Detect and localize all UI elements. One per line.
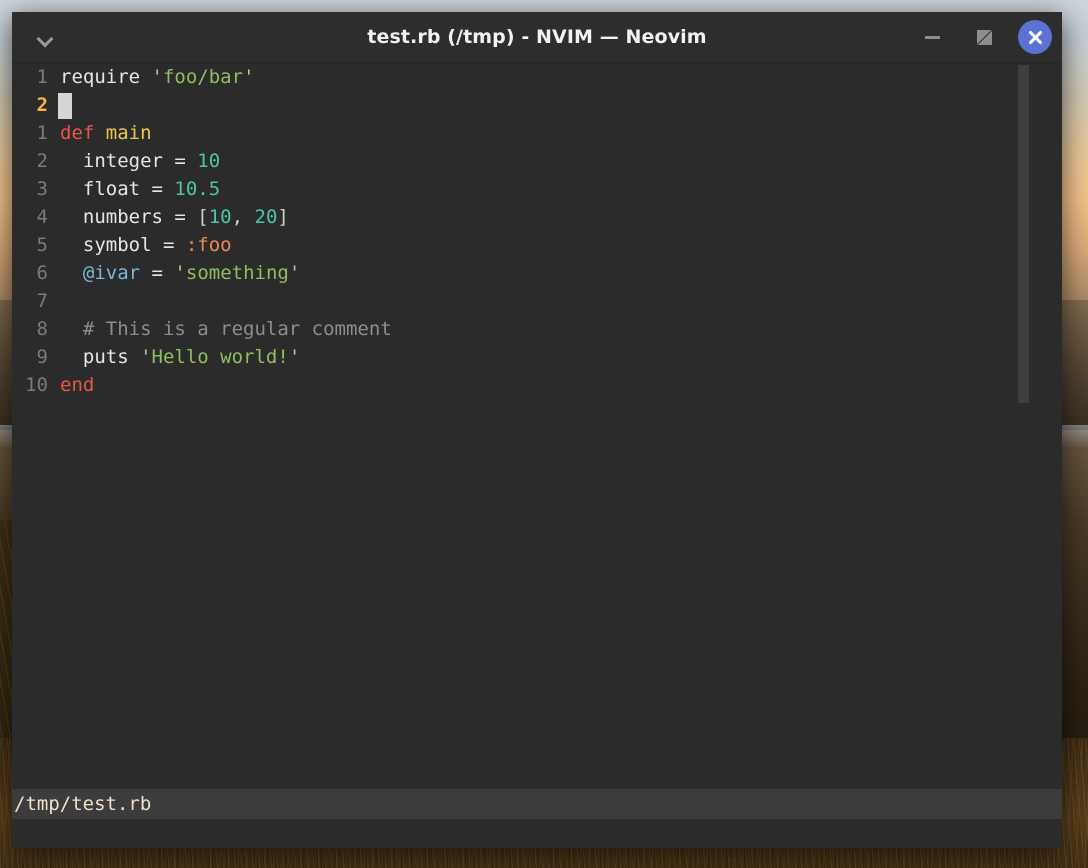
token-quote: ' [151,66,163,88]
restore-icon [976,29,992,45]
token-plain: symbol [60,234,163,256]
token-num: 10 [197,150,221,172]
code-line[interactable]: 9 puts 'Hello world!' [12,343,1062,371]
token-plain: require [60,66,141,88]
token-plain: numbers [60,206,175,228]
close-icon [1027,29,1044,46]
token-num: 20 [254,206,278,228]
token-plain: = [151,178,175,200]
code-line[interactable]: 2 [12,91,1062,119]
token-kw: def [60,122,95,144]
status-file-path: /tmp/test.rb [14,793,152,815]
minimize-icon [924,35,940,39]
token-quote: ' [288,262,301,284]
code-lines: 1 require 'foo/bar' 2 1 def main 2 integer = … [12,63,1062,399]
line-number: 6 [36,262,48,284]
token-plain: = [174,150,198,172]
code-line[interactable]: 1 require 'foo/bar' [12,63,1062,91]
line-number: 3 [36,178,48,200]
block-cursor [58,93,72,119]
token-num: 10 [208,206,232,228]
token-plain: integer [60,150,175,172]
line-number: 7 [36,290,48,312]
code-line[interactable]: 2 integer = 10 [12,147,1062,175]
line-text: require 'foo/bar' [48,63,255,91]
line-text: @ivar = 'something' [48,259,300,287]
line-number: 2 [36,150,48,172]
close-button[interactable] [1018,20,1052,54]
code-line[interactable]: 8 # This is a regular comment [12,315,1062,343]
line-number: 8 [36,318,48,340]
token-ivar: @ivar [82,262,141,284]
token-punct: [ [197,206,209,228]
code-line[interactable]: 4 numbers = [10, 20] [12,203,1062,231]
restore-button[interactable] [966,19,1002,55]
token-plain: = [174,206,198,228]
window-titlebar: test.rb (/tmp) - NVIM — Neovim [12,12,1062,63]
command-line[interactable] [12,819,1062,848]
token-quote: ' [243,66,255,88]
token-str: Hello world! [151,346,289,368]
line-number: 1 [36,66,48,88]
token-plain: = [162,234,186,256]
line-number: 4 [36,206,48,228]
code-line[interactable]: 1 def main [12,119,1062,147]
scrollbar-thumb[interactable] [1018,65,1029,403]
line-text: puts 'Hello world!' [48,343,300,371]
window-menu-button[interactable] [18,12,72,62]
line-number: 5 [36,234,48,256]
token-fn: main [105,122,152,144]
token-num: 10.5 [174,178,221,200]
token-sym: :foo [185,234,232,256]
chevron-down-icon [38,33,53,42]
line-text: def main [48,119,152,147]
token-str: foo/bar [162,66,244,88]
line-number: 10 [25,374,48,396]
line-number: 1 [36,122,48,144]
minimize-button[interactable] [914,19,950,55]
neovim-window: test.rb (/tmp) - NVIM — Neovim 1 require … [12,12,1062,848]
token-comment: # This is a regular comment [60,318,392,340]
token-plain: float [60,178,152,200]
token-plain: = [140,262,175,284]
token-kw: end [60,374,95,396]
token-str: something [185,262,289,284]
line-text: integer = 10 [48,147,220,175]
line-number: 9 [36,346,48,368]
token-quote: ' [174,262,186,284]
status-line: /tmp/test.rb [12,789,1062,819]
window-controls [914,12,1052,62]
vertical-scrollbar[interactable] [1018,63,1029,789]
token-punct: , [231,206,255,228]
code-line[interactable]: 6 @ivar = 'something' [12,259,1062,287]
code-line[interactable]: 7 [12,287,1062,315]
editor-area[interactable]: 1 require 'foo/bar' 2 1 def main 2 integer = … [12,63,1062,789]
line-text: numbers = [10, 20] [48,203,289,231]
line-text: float = 10.5 [48,175,220,203]
token-punct: ] [277,206,289,228]
code-line[interactable]: 10 end [12,371,1062,399]
code-line[interactable]: 5 symbol = :foo [12,231,1062,259]
code-line[interactable]: 3 float = 10.5 [12,175,1062,203]
token-plain: puts [60,346,141,368]
line-number: 2 [36,94,48,116]
token-quote: ' [288,346,301,368]
token-quote: ' [140,346,152,368]
line-text: # This is a regular comment [48,315,392,343]
window-title: test.rb (/tmp) - NVIM — Neovim [367,26,707,48]
line-text: symbol = :foo [48,231,232,259]
line-text: end [48,371,94,399]
